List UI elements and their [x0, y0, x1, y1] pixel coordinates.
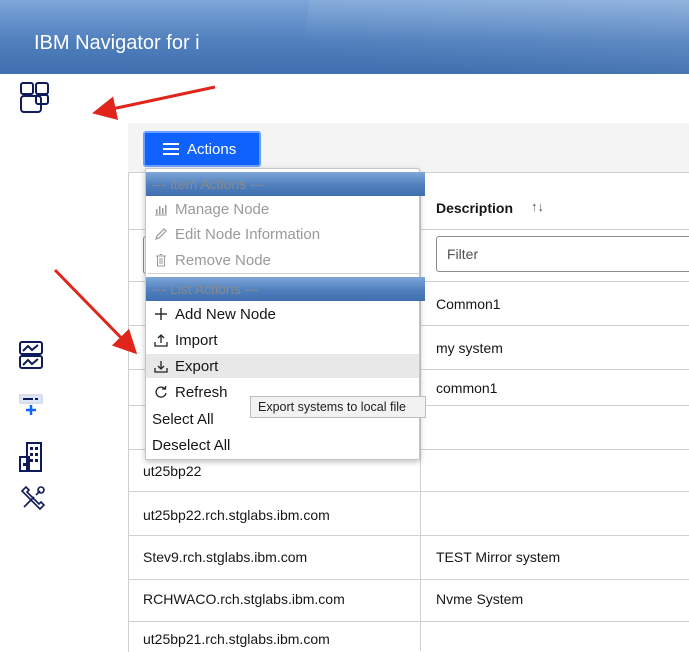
tools-icon[interactable] — [18, 485, 46, 513]
list-actions-header: --- List Actions --- — [146, 277, 425, 301]
upload-icon — [151, 330, 171, 350]
actions-button[interactable]: Actions — [143, 131, 261, 167]
menu-separator — [148, 273, 419, 274]
item-actions-header: --- Item Actions --- — [146, 172, 425, 196]
sort-icon[interactable]: ↑↓ — [531, 199, 544, 214]
table-cell: ut25bp21.rch.stglabs.ibm.com — [143, 631, 330, 647]
pencil-icon — [151, 224, 171, 244]
annotation-arrow — [53, 268, 138, 355]
building-icon[interactable] — [18, 441, 44, 473]
row-divider — [128, 579, 689, 580]
refresh-icon — [151, 382, 171, 402]
monitor-chart-icon[interactable] — [18, 340, 44, 370]
trash-icon — [151, 250, 171, 270]
app-title: IBM Navigator for i — [34, 32, 200, 54]
table-cell: Nvme System — [436, 591, 524, 607]
table-cell: TEST Mirror system — [436, 549, 561, 565]
row-divider — [128, 621, 689, 622]
download-icon — [151, 356, 171, 376]
table-cell: RCHWACO.rch.stglabs.ibm.com — [143, 591, 345, 607]
export-tooltip: Export systems to local file — [250, 396, 426, 418]
menu-item-add-new-node[interactable]: Add New Node — [146, 302, 419, 326]
menu-item-import[interactable]: Import — [146, 328, 419, 352]
header-decoration — [302, 0, 689, 74]
description-filter-input[interactable]: Filter — [436, 236, 689, 272]
table-cell: Stev9.rch.stglabs.ibm.com — [143, 549, 308, 565]
actions-button-label: Actions — [187, 140, 237, 158]
table-cell: ut25bp22 — [143, 463, 202, 479]
table-cell: common1 — [436, 380, 498, 396]
description-column-header[interactable]: Description — [436, 200, 513, 216]
row-divider — [128, 491, 689, 492]
add-system-icon[interactable] — [18, 393, 44, 417]
menu-icon — [163, 140, 179, 158]
row-divider — [128, 535, 689, 536]
menu-item-edit-node-information: Edit Node Information — [146, 222, 419, 246]
menu-item-export[interactable]: Export — [146, 354, 419, 378]
bar-chart-icon — [151, 199, 171, 219]
table-cell: Common1 — [436, 296, 501, 312]
app-header: IBM Navigator for i — [0, 0, 689, 74]
table-cell: ut25bp22.rch.stglabs.ibm.com — [143, 507, 330, 523]
annotation-arrow — [92, 85, 216, 120]
plus-icon — [151, 304, 171, 324]
table-cell: my system — [436, 340, 503, 356]
menu-item-deselect-all[interactable]: Deselect All — [146, 433, 419, 457]
menu-item-manage-node: Manage Node — [146, 197, 419, 221]
menu-item-remove-node: Remove Node — [146, 248, 419, 272]
workspaces-icon[interactable] — [18, 80, 52, 114]
